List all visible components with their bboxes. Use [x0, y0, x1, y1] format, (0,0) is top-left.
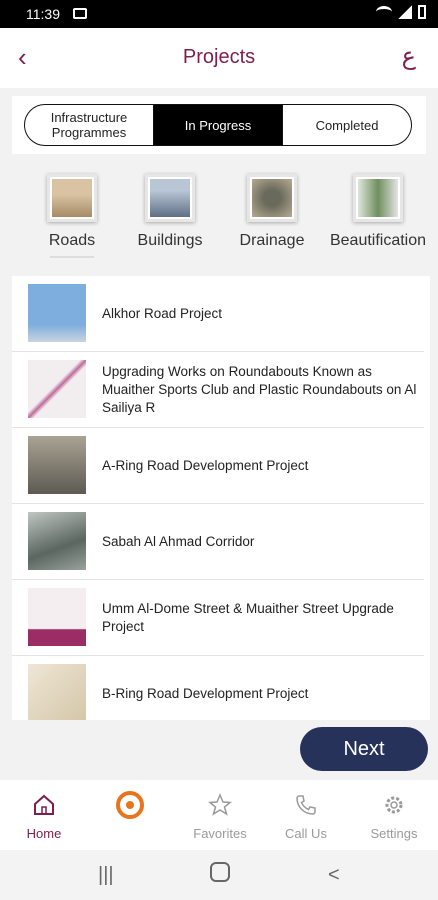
- wifi-icon: [376, 6, 392, 18]
- category-label: Buildings: [137, 232, 203, 249]
- category-beautification[interactable]: Beautification: [328, 168, 428, 258]
- project-name: Sabah Al Ahmad Corridor: [102, 534, 255, 549]
- category-buildings[interactable]: Buildings: [120, 168, 220, 258]
- tab-favorites[interactable]: Favorites: [176, 790, 264, 841]
- image-notification-icon: [73, 8, 87, 19]
- brand-logo-icon: [86, 790, 174, 820]
- tab-settings[interactable]: Settings: [350, 790, 438, 841]
- next-button[interactable]: Next: [300, 727, 428, 771]
- segment-in-progress[interactable]: In Progress: [154, 105, 283, 145]
- system-nav-bar: ||| <: [0, 850, 438, 900]
- project-thumbnail: [28, 284, 86, 342]
- signal-icon: [398, 5, 412, 19]
- star-icon: [176, 790, 264, 820]
- tab-brand[interactable]: [86, 790, 174, 826]
- tab-home[interactable]: Home: [0, 790, 88, 841]
- bottom-tab-bar: Home Favorites Call Us Settings: [0, 780, 438, 850]
- project-thumbnail: [28, 588, 86, 646]
- home-icon: [0, 790, 88, 820]
- project-thumbnail: [28, 664, 86, 720]
- language-toggle-button[interactable]: ع: [402, 42, 416, 70]
- category-drainage[interactable]: Drainage: [222, 168, 322, 258]
- app-header: ‹ Projects ع: [0, 28, 438, 88]
- status-time: 11:39: [26, 6, 60, 22]
- list-item[interactable]: Upgrading Works on Roundabouts Known as …: [12, 352, 424, 428]
- status-filter-container: Infrastructure Programmes In Progress Co…: [12, 96, 426, 154]
- phone-icon: [262, 790, 350, 820]
- battery-icon: [418, 5, 426, 19]
- page-title: Projects: [182, 46, 256, 68]
- category-label: Beautification: [329, 232, 427, 249]
- gear-icon: [350, 790, 438, 820]
- list-item[interactable]: Alkhor Road Project: [12, 276, 424, 352]
- project-name: Upgrading Works on Roundabouts Known as …: [102, 364, 417, 415]
- project-thumbnail: [28, 512, 86, 570]
- tab-call-us[interactable]: Call Us: [262, 790, 350, 841]
- drainage-thumbnail: [247, 174, 297, 222]
- project-name: Alkhor Road Project: [102, 306, 223, 321]
- status-segmented-control: Infrastructure Programmes In Progress Co…: [24, 104, 412, 146]
- list-item[interactable]: A-Ring Road Development Project: [12, 428, 424, 504]
- home-nav-icon[interactable]: [210, 862, 230, 882]
- tab-label: Favorites: [193, 826, 247, 841]
- project-name: Umm Al-Dome Street & Muaither Street Upg…: [102, 601, 394, 634]
- status-bar: 11:39: [0, 0, 438, 28]
- segment-infrastructure-programmes[interactable]: Infrastructure Programmes: [25, 105, 154, 145]
- project-thumbnail: [28, 436, 86, 494]
- back-nav-icon[interactable]: <: [328, 864, 340, 887]
- category-label: Roads: [48, 232, 96, 249]
- beautification-thumbnail: [353, 174, 403, 222]
- category-active-indicator: [50, 256, 94, 258]
- project-list: Alkhor Road Project Upgrading Works on R…: [12, 276, 430, 720]
- category-roads[interactable]: Roads: [22, 168, 122, 258]
- list-item[interactable]: Umm Al-Dome Street & Muaither Street Upg…: [12, 580, 424, 656]
- tab-label: Settings: [370, 826, 418, 841]
- roads-thumbnail: [47, 174, 97, 222]
- list-item[interactable]: Sabah Al Ahmad Corridor: [12, 504, 424, 580]
- recent-apps-icon[interactable]: |||: [98, 864, 114, 887]
- list-item[interactable]: B-Ring Road Development Project: [12, 656, 424, 720]
- segment-completed[interactable]: Completed: [283, 105, 411, 145]
- buildings-thumbnail: [145, 174, 195, 222]
- project-thumbnail: [28, 360, 86, 418]
- tab-label: Call Us: [285, 826, 327, 841]
- project-name: B-Ring Road Development Project: [102, 686, 309, 701]
- tab-label: Home: [26, 826, 62, 841]
- category-selector: Roads Buildings Drainage Beautification: [0, 168, 438, 264]
- category-label: Drainage: [239, 232, 305, 249]
- project-name: A-Ring Road Development Project: [102, 458, 309, 473]
